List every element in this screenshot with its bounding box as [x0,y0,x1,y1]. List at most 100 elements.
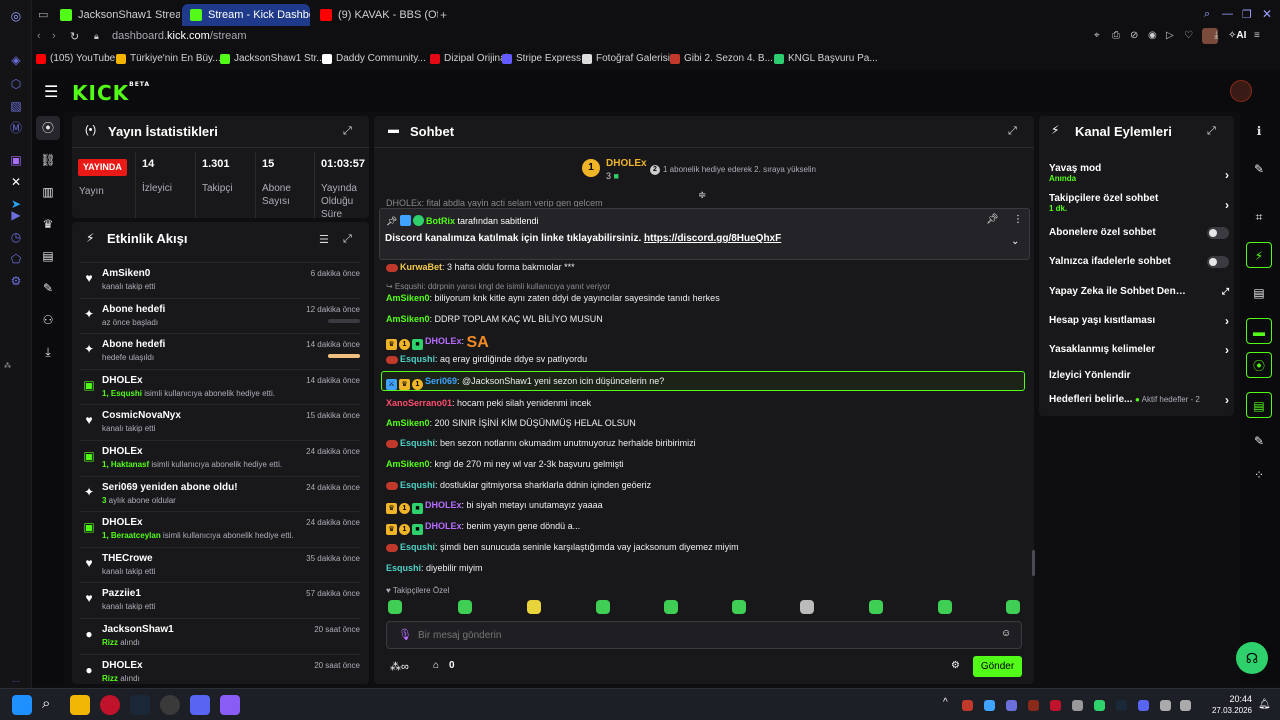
chat-username[interactable]: Esqushi [400,354,435,364]
store-icon[interactable]: ⌂ [433,660,439,671]
activity-item[interactable]: ● JacksonShaw1 Rizz alındı 20 saat önce [80,618,360,651]
activity-item[interactable]: ✦ Abone hedefi hedefe ulaşıldı 14 dakika ön… [80,333,360,366]
chat-username[interactable]: KurwaBet [400,262,442,272]
activity-item[interactable]: ♥ CosmicNovaNyx kanalı takip etti 15 dakika… [80,404,360,437]
emote-icon[interactable] [596,600,610,614]
trophy-icon[interactable]: ♛ [36,212,60,236]
activity-item[interactable]: ♥ THECrowe kanalı takip etti 35 dakika önce [80,546,360,580]
activity-item[interactable]: ▣ DHOLEx 1, Esqushi isimli kullanıcıya abo… [80,368,360,402]
chat-username[interactable]: AmSiken0 [386,293,430,303]
file-explorer-icon[interactable] [70,695,90,715]
channel-action-row[interactable]: Hedefleri belirle... ● Aktif hedefler - 2… [1049,393,1229,408]
chat-message[interactable]: ⚔ ♛ 1 Seri069: @JacksonShaw1 yeni sezon ici… [386,376,664,390]
chat-scrollbar[interactable] [1032,550,1035,576]
pin-icon[interactable]: ⌖ [1094,30,1100,41]
bookmark-item[interactable]: JacksonShaw1 Str... [220,53,325,64]
search-tabs-icon[interactable]: ⌕ [1204,8,1210,21]
channel-action-row[interactable]: Yapay Zeka ile Sohbet Denetimi ⤢ [1049,286,1229,300]
pinned-by-user[interactable]: BotRix [426,216,455,226]
tray-app-icon[interactable] [1050,700,1061,711]
bookmark-item[interactable]: KNGL Başvuru Pa... [774,53,878,64]
emote-icon[interactable] [800,600,814,614]
chat-username[interactable]: Esqushi [386,563,421,573]
chat-message[interactable]: AmSiken0: biliyorum knk kitle aynı zaten… [386,293,720,303]
bookmark-item[interactable]: Stripe Express [502,53,581,64]
channel-action-row[interactable]: Hesap yaşı kısıtlaması › [1049,314,1229,329]
activity-item[interactable]: ● DHOLEx Rizz alındı 20 saat önce [80,653,360,687]
chat-username[interactable]: AmSiken0 [386,459,430,469]
ai-button[interactable]: ✧AI [1228,30,1246,41]
emote-icon[interactable] [458,600,472,614]
chat-message[interactable]: Esqushi: dostluklar gitmiyorsa sharklarl… [386,480,651,490]
channel-action-row[interactable]: Yasaklanmış kelimeler › [1049,343,1229,358]
activity-item[interactable]: ▣ DHOLEx 1, Beraatceylan isimli kullanıcıy… [80,511,360,544]
channel-action-row[interactable]: Abonelere özel sohbet [1049,227,1229,241]
browser-menu-icon[interactable]: ≡ [1254,30,1260,41]
back-icon[interactable]: ‹ [37,30,41,42]
chat-username[interactable]: AmSiken0 [386,314,430,324]
download-tools-icon[interactable]: ⤓ [36,340,60,364]
tab-jacksonshaw1-stream[interactable]: JacksonShaw1 Stream - W [52,4,180,26]
windows-start-icon[interactable] [12,695,32,715]
activity-item[interactable]: ✦ Abone hedefi az önce başladı 12 dakika ön… [80,297,360,331]
chat-message[interactable]: ♛ 1 ■ DHOLEx: bi siyah metayı unutamayız ya… [386,500,603,514]
chat-message[interactable]: KurwaBet: 3 hafta oldu forma bakmıolar *… [386,262,575,272]
heart-bookmark-icon[interactable]: ♡ [1184,30,1193,41]
chat-message[interactable]: AmSiken0: DDRP TOPLAM KAÇ WL BİLİYO MUSU… [386,314,603,324]
expand-activity-icon[interactable]: ⤢ [343,233,352,246]
bubbles-infinity-icon[interactable]: ⁂∞ [390,660,409,673]
forward-icon[interactable]: › [52,30,56,42]
emote-icon[interactable] [527,600,541,614]
toggle-switch[interactable] [1207,256,1229,268]
microphone-icon[interactable]: 🎙︎ [398,628,412,641]
quick-actions-icon[interactable]: ⚡ [1246,242,1272,268]
search-icon[interactable]: ⌕ [42,695,50,712]
notification-icon[interactable]: 🔔︎ [1258,699,1271,710]
activity-item[interactable]: ♥ Pazziie1 kanalı takip etti 57 dakika önce [80,582,360,615]
emote-icon[interactable] [869,600,883,614]
chat-username[interactable]: Esqushi [400,542,435,552]
bookmark-item[interactable]: Dizipal Orijinal [430,53,508,64]
chevron-right-icon[interactable]: › [1225,198,1229,212]
twitch-sidebar-icon[interactable]: ▣ [8,152,24,168]
taskbar-time[interactable]: 20:44 [1212,694,1252,704]
edit-icon[interactable]: ✎ [1246,156,1272,182]
chat-username[interactable]: DHOLEx [425,500,462,510]
chat-username[interactable]: DHOLEx [425,336,462,346]
community-panel-icon[interactable]: ⁘ [1246,462,1272,488]
tray-app-icon[interactable] [962,700,973,711]
notes-icon[interactable]: ▤ [1246,280,1272,306]
chevron-right-icon[interactable]: › [1225,314,1229,328]
tray-app-icon[interactable] [1138,700,1149,711]
analytics-icon[interactable]: ▥ [36,180,60,204]
download-icon[interactable]: ⤓ [1214,30,1218,41]
ai-sidebar-icon[interactable]: ◈ [8,52,24,68]
url-field[interactable]: dashboard.kick.com/stream [112,30,247,42]
chat-username[interactable]: XanoSerrano01 [386,398,452,408]
tray-app-icon[interactable] [984,700,995,711]
chat-username[interactable]: Seri069 [425,376,457,386]
activity-panel-icon[interactable]: ▤ [1246,392,1272,418]
screenshot-icon[interactable]: ⎙ [1112,30,1120,41]
top-gifter-name[interactable]: DHOLEx [606,158,647,169]
chat-message[interactable]: Esqushi: şimdi ben sunucuda seninle karş… [386,542,739,552]
tray-app-icon[interactable] [1028,700,1039,711]
taskbar-date[interactable]: 27.03.2026 [1206,706,1252,715]
pinned-link[interactable]: https://discord.gg/8HueQhxF [644,233,781,244]
emote-icon[interactable] [938,600,952,614]
store-sidebar-icon[interactable]: ▧ [8,98,24,114]
expand-chat-icon[interactable]: ⤢ [1008,125,1017,138]
link-icon[interactable]: ⛓ [36,148,60,172]
kick-logo[interactable]: KICKBETA [72,81,150,105]
bookmark-item[interactable]: Türkiye'nin En Büy... [116,53,221,64]
reload-icon[interactable]: ↻ [70,30,79,43]
chat-message[interactable]: ♛ 1 ■ DHOLEx: SA [386,334,489,352]
stream-dashboard-icon[interactable]: ⦿ [36,116,60,140]
tray-app-icon[interactable] [1072,700,1083,711]
chevron-right-icon[interactable]: › [1225,393,1229,407]
emote-icon[interactable] [664,600,678,614]
adblock-icon[interactable]: ⊘ [1130,30,1138,41]
activity-item[interactable]: ▣ DHOLEx 1, Haktanasf isimli kullanıcıya a… [80,440,360,473]
channel-action-row[interactable]: Takipçilere özel sohbet 1 dk. › [1049,193,1229,217]
chat-message[interactable]: Esqushi: ben sezon notlarını okumadım un… [386,438,696,448]
